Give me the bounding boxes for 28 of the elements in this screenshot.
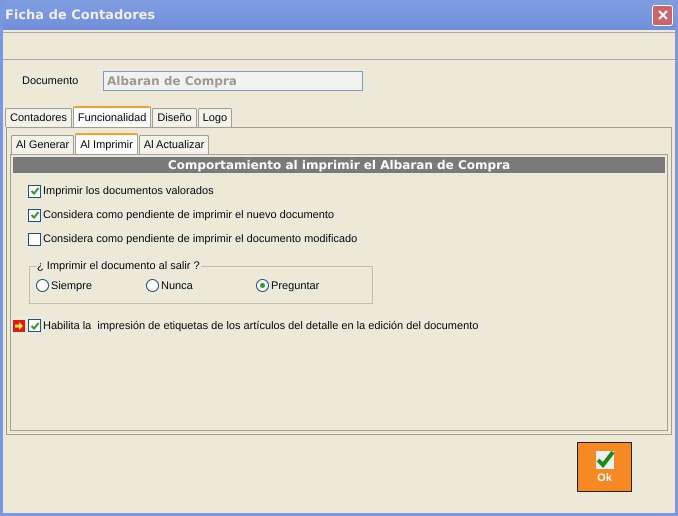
radio-button[interactable] — [36, 279, 49, 292]
tab[interactable]: Al Generar — [11, 135, 74, 154]
close-button[interactable] — [652, 4, 673, 26]
checkbox[interactable] — [28, 232, 41, 246]
checkbox-label: Considera como pendiente de imprimir el nuevo documento — [43, 209, 334, 221]
radio-label: Siempre — [51, 280, 92, 292]
checkbox[interactable] — [28, 319, 41, 332]
checkbox-label: Imprimir los documentos valorados — [43, 185, 214, 197]
document-label: Documento — [22, 75, 80, 87]
window-title: Ficha de Contadores — [5, 8, 156, 22]
tab[interactable]: Funcionalidad — [72, 106, 152, 127]
close-icon — [656, 9, 668, 21]
section-title: Comportamiento al imprimir el Albaran de Compra — [13, 157, 665, 173]
checkbox[interactable] — [28, 208, 41, 222]
tab[interactable]: Al Imprimir — [75, 133, 138, 154]
radio-button[interactable] — [256, 279, 269, 292]
radio-label: Preguntar — [271, 280, 320, 292]
group-legend: ¿ Imprimir el documento al salir ? — [36, 260, 201, 272]
tab[interactable]: Logo — [198, 108, 232, 127]
checkmark-icon — [594, 450, 614, 470]
tab[interactable]: Diseño — [152, 108, 197, 127]
tab[interactable]: Al Actualizar — [138, 135, 210, 154]
checkbox[interactable] — [28, 184, 41, 198]
checkbox-label: Considera como pendiente de imprimir el documento modificado — [43, 233, 358, 245]
tab[interactable]: Contadores — [5, 108, 72, 127]
checkbox-label: Habilita la impresión de etiquetas de los artículos del detalle en la edición del documento — [43, 320, 478, 332]
radio-button[interactable] — [146, 279, 159, 292]
radio-label: Nunca — [161, 280, 193, 292]
